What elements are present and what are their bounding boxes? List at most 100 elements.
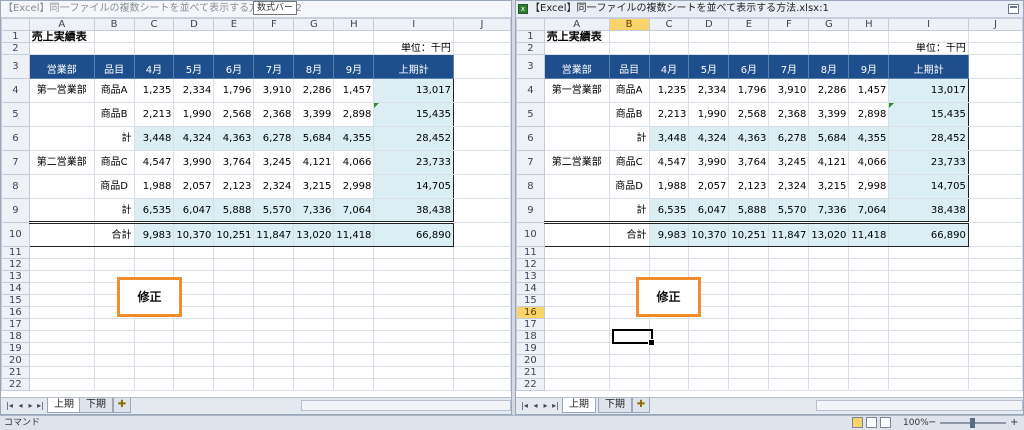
sheet-tab-shimoki[interactable]: 下期	[598, 398, 632, 413]
cell[interactable]	[848, 306, 890, 319]
cell[interactable]	[173, 30, 215, 43]
value-cell[interactable]: 1,457	[848, 78, 890, 103]
value-cell[interactable]: 5,888	[728, 198, 770, 223]
cell[interactable]	[888, 294, 969, 307]
maximize-icon[interactable]	[1008, 4, 1019, 14]
cell[interactable]	[133, 30, 175, 43]
cell[interactable]	[293, 366, 335, 379]
value-cell[interactable]: 11,847	[768, 221, 810, 247]
cell[interactable]	[293, 354, 335, 367]
cell[interactable]	[373, 354, 454, 367]
cell[interactable]	[648, 246, 690, 259]
value-cell[interactable]: 2,324	[253, 174, 295, 199]
value-cell[interactable]: 1,235	[648, 78, 690, 103]
cell[interactable]	[967, 222, 1023, 247]
column-header-H[interactable]: H	[848, 18, 890, 31]
unit-label[interactable]: 単位：千円	[373, 42, 454, 55]
cell[interactable]	[28, 221, 95, 247]
value-cell[interactable]: 2,286	[293, 78, 335, 103]
column-header-F[interactable]: F	[253, 18, 295, 31]
cell[interactable]	[293, 342, 335, 355]
cell[interactable]	[808, 354, 850, 367]
cell[interactable]	[648, 30, 690, 43]
cell[interactable]	[967, 270, 1023, 283]
window-titlebar-right[interactable]: x 【Excel】同一ファイルの複数シートを並べて表示する方法.xlsx:1	[516, 1, 1023, 18]
value-cell[interactable]: 3,399	[293, 102, 335, 127]
cell[interactable]	[93, 354, 135, 367]
unit-label[interactable]: 単位：千円	[888, 42, 969, 55]
header-month[interactable]: 9月	[333, 54, 375, 79]
cell[interactable]	[173, 246, 215, 259]
value-cell[interactable]: 3,448	[133, 126, 175, 151]
cell[interactable]	[967, 30, 1023, 43]
row-header-17[interactable]: 17	[516, 318, 545, 331]
cell[interactable]	[848, 378, 890, 391]
cell[interactable]	[28, 198, 95, 223]
cell[interactable]	[333, 246, 375, 259]
header-month[interactable]: 5月	[688, 54, 730, 79]
cell[interactable]	[848, 330, 890, 343]
cell[interactable]	[452, 174, 511, 199]
cell[interactable]	[173, 342, 215, 355]
total-cell[interactable]: 23,733	[373, 150, 454, 175]
cell[interactable]	[688, 330, 730, 343]
value-cell[interactable]: 3,764	[728, 150, 770, 175]
cell[interactable]	[28, 174, 95, 199]
cell[interactable]	[688, 366, 730, 379]
cell[interactable]	[213, 354, 255, 367]
cell[interactable]	[608, 366, 650, 379]
cell[interactable]	[452, 198, 511, 223]
value-cell[interactable]: 6,047	[173, 198, 215, 223]
cell[interactable]	[967, 174, 1023, 199]
cell[interactable]	[768, 282, 810, 295]
cell[interactable]	[888, 318, 969, 331]
sheet-title[interactable]: 売上実績表	[543, 30, 610, 43]
cell[interactable]	[967, 378, 1023, 391]
cell[interactable]	[452, 258, 511, 271]
header-item[interactable]: 品目	[608, 54, 650, 79]
cell[interactable]	[452, 270, 511, 283]
row-header-10[interactable]: 10	[1, 222, 30, 247]
value-cell[interactable]: 3,448	[648, 126, 690, 151]
value-cell[interactable]: 2,334	[688, 78, 730, 103]
value-cell[interactable]: 11,418	[333, 221, 375, 247]
column-header-A[interactable]: A	[543, 18, 610, 31]
cell[interactable]	[768, 30, 810, 43]
cell[interactable]	[543, 174, 610, 199]
normal-view-icon[interactable]	[852, 417, 863, 428]
dept-label[interactable]: 第二営業部	[28, 150, 95, 175]
cell[interactable]	[768, 378, 810, 391]
value-cell[interactable]: 6,047	[688, 198, 730, 223]
cell[interactable]	[688, 30, 730, 43]
cell[interactable]	[888, 270, 969, 283]
cell[interactable]	[967, 54, 1023, 79]
cell[interactable]	[648, 258, 690, 271]
cell[interactable]	[888, 342, 969, 355]
sheet-tab-kamiki[interactable]: 上期	[47, 398, 81, 413]
total-cell[interactable]: 38,438	[373, 198, 454, 223]
insert-sheet-icon[interactable]: ✚	[632, 398, 650, 413]
value-cell[interactable]: 3,215	[808, 174, 850, 199]
cell[interactable]	[293, 30, 335, 43]
value-cell[interactable]: 2,213	[648, 102, 690, 127]
cell[interactable]	[333, 270, 375, 283]
cell[interactable]	[967, 258, 1023, 271]
cell[interactable]	[28, 282, 95, 295]
insert-sheet-icon[interactable]: ✚	[113, 398, 131, 413]
total-cell[interactable]: 23,733	[888, 150, 969, 175]
header-month[interactable]: 7月	[768, 54, 810, 79]
cell[interactable]	[728, 282, 770, 295]
cell[interactable]	[333, 306, 375, 319]
cell[interactable]	[253, 246, 295, 259]
row-header-21[interactable]: 21	[1, 366, 30, 379]
value-cell[interactable]: 5,570	[253, 198, 295, 223]
cell[interactable]	[133, 42, 175, 55]
cell[interactable]	[293, 258, 335, 271]
cell[interactable]	[93, 378, 135, 391]
value-cell[interactable]: 1,796	[728, 78, 770, 103]
cell[interactable]	[848, 258, 890, 271]
cell[interactable]	[648, 318, 690, 331]
cell[interactable]	[93, 318, 135, 331]
cell[interactable]	[373, 378, 454, 391]
row-header-19[interactable]: 19	[516, 342, 545, 355]
